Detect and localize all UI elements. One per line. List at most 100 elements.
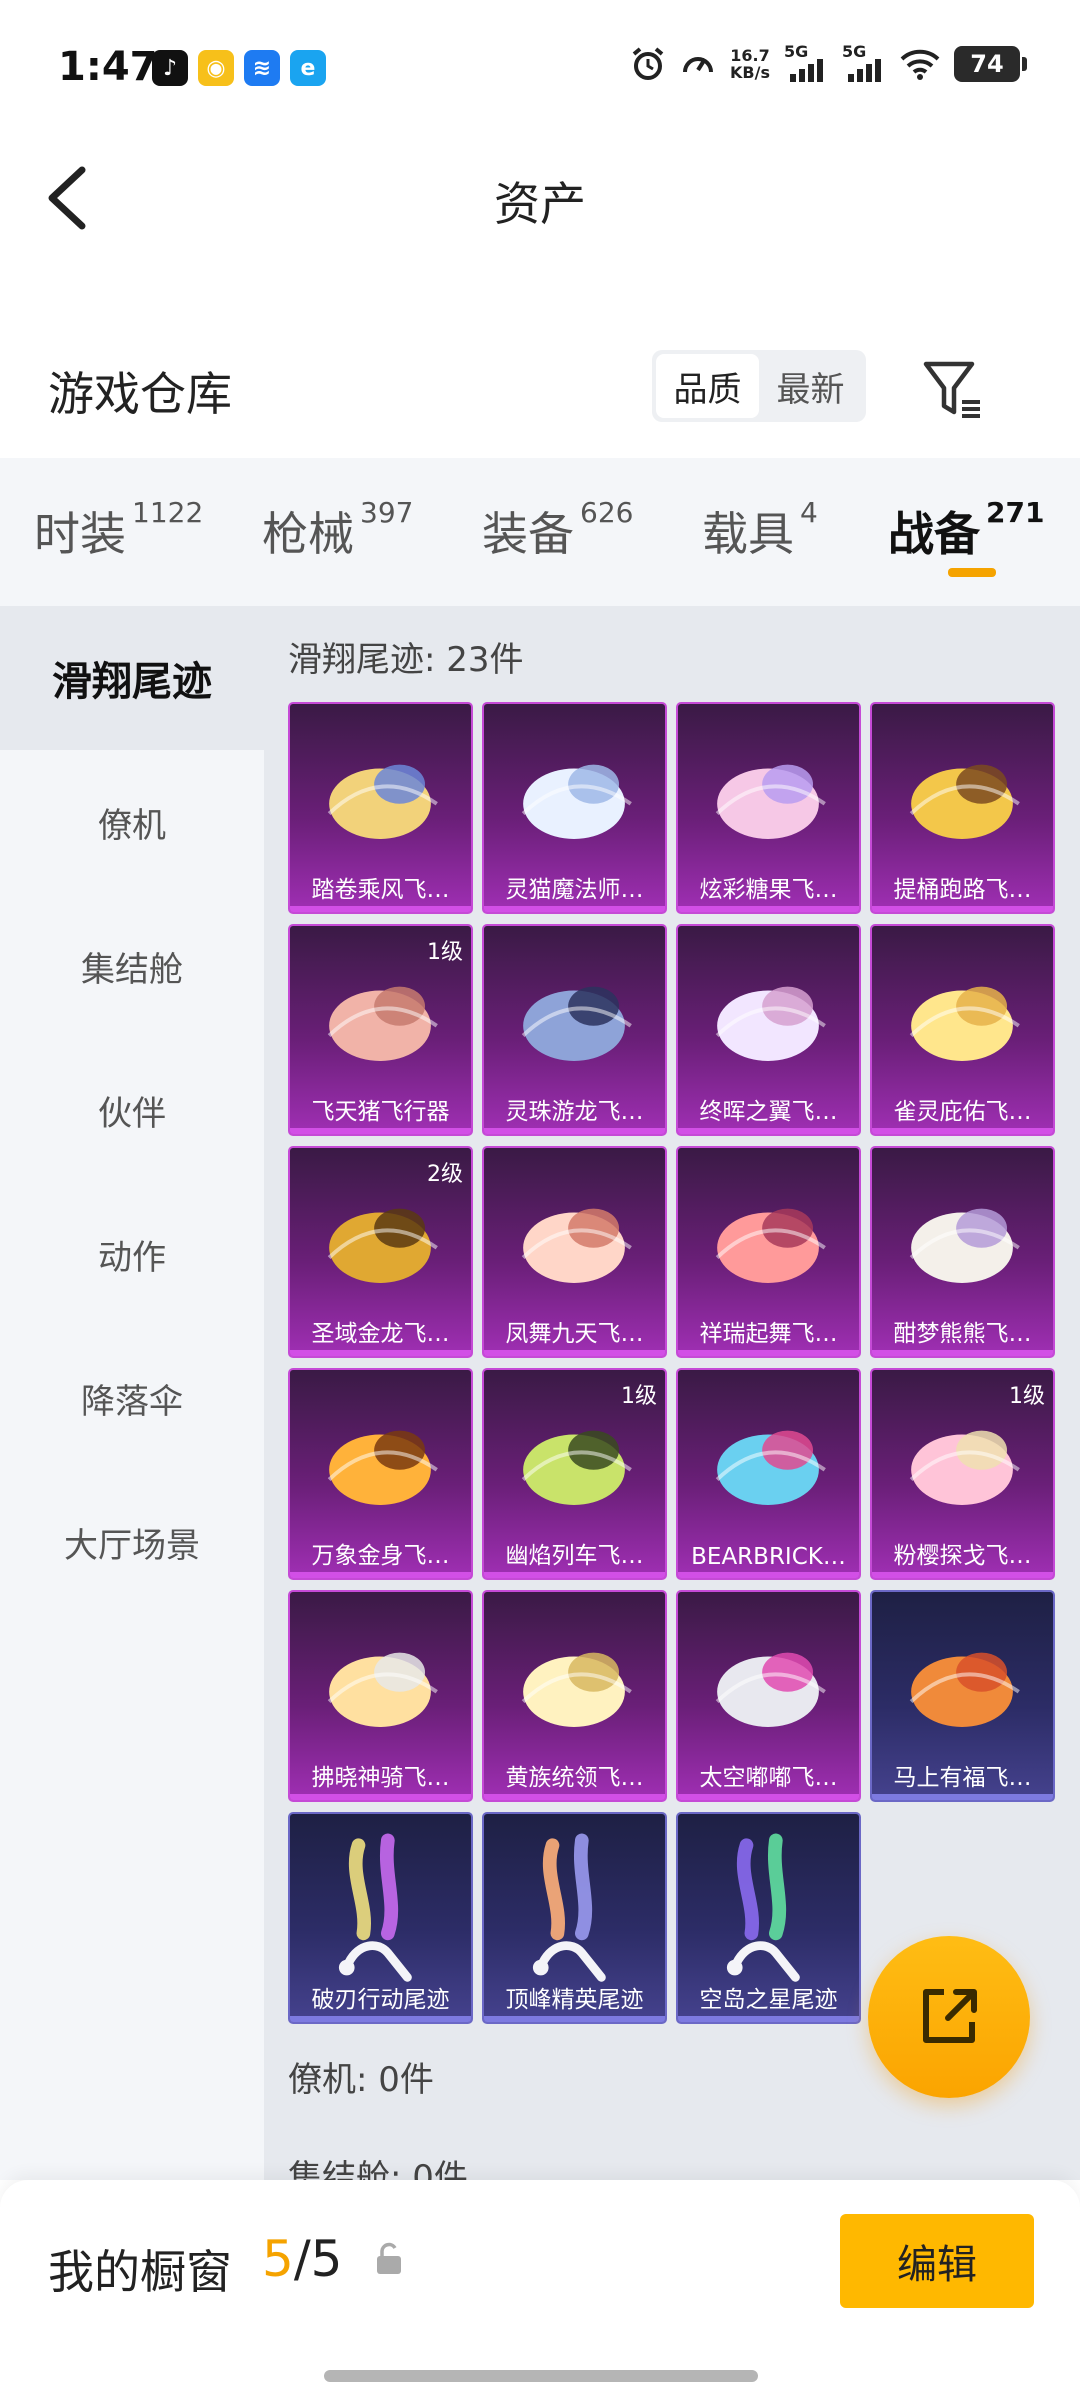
signal-sim2-icon: 5G [842,42,886,82]
item-card[interactable]: 灵猫魔法师… [482,702,667,914]
tiktok-icon: ♪ [152,50,188,86]
item-thumbnail [521,1652,632,1727]
sidebar-item-companion[interactable]: 伙伴 [0,1038,264,1182]
item-thumbnail [909,986,1020,1061]
sidebar-item-lobby-scene[interactable]: 大厅场景 [0,1470,264,1614]
battery-indicator: 74 [954,46,1027,82]
cloud-app-icon: ≋ [244,50,280,86]
item-thumbnail [909,1652,1020,1727]
category-tabs: 时装 1122 枪械 397 装备 626 载具 4 战备 271 [0,458,1080,606]
item-thumbnail [909,1208,1020,1283]
item-thumbnail [327,764,438,839]
warehouse-title: 游戏仓库 [48,367,232,421]
item-name: 炫彩糖果飞… [699,877,838,903]
item-card[interactable]: 终晖之翼飞… [676,924,861,1136]
item-card[interactable]: 1级 粉樱探戈飞… [870,1368,1055,1580]
item-card[interactable]: 1级 飞天猪飞行器 [288,924,473,1136]
item-card[interactable]: BEARBRICK… [676,1368,861,1580]
item-thumbnail [715,764,826,839]
edit-showcase-button[interactable]: 编辑 [840,2214,1034,2308]
item-name: BEARBRICK… [691,1544,846,1570]
item-card[interactable]: 1级幽焰列车飞… [482,1368,667,1580]
item-thumbnail [327,1430,438,1505]
filter-icon[interactable] [920,356,986,422]
item-name: 终晖之翼飞… [699,1099,838,1125]
item-name: 太空嘟嘟飞… [699,1765,838,1791]
item-name: 祥瑞起舞飞… [699,1321,838,1347]
item-card[interactable]: 灵珠游龙飞… [482,924,667,1136]
page-title: 资产 [494,177,586,231]
showcase-count: 5/5 [262,2230,343,2288]
home-indicator[interactable] [324,2370,758,2382]
alarm-icon [632,47,664,80]
tab-equipment[interactable]: 装备 626 [482,496,633,564]
share-button[interactable] [868,1936,1030,2098]
tab-battle-gear[interactable]: 战备 271 [888,496,1044,564]
item-card[interactable]: 黄族统领飞… [482,1590,667,1802]
item-name: 酣梦熊熊飞… [893,1321,1032,1347]
item-card[interactable]: 提桶跑路飞… [870,702,1055,914]
item-card[interactable]: 炫彩糖果飞… [676,702,861,914]
item-name: 凤舞九天飞… [505,1321,644,1347]
item-name: 圣域金龙飞… [311,1321,450,1347]
item-card[interactable]: 太空嘟嘟飞… [676,1590,861,1802]
item-thumbnail [327,1652,438,1727]
weibo-icon: ◉ [198,50,234,86]
item-name: 踏卷乘风飞… [311,877,450,903]
sidebar-item-emote[interactable]: 动作 [0,1182,264,1326]
item-card[interactable]: 破刃行动尾迹 [288,1812,473,2024]
sidebar-item-wingman[interactable]: 僚机 [0,750,264,894]
active-tab-indicator [948,568,996,577]
section-title-glide-trail: 滑翔尾迹: 23件 [288,640,524,680]
item-card[interactable]: 2级 圣域金龙飞… [288,1146,473,1358]
item-name: 马上有福飞… [893,1765,1032,1791]
sidebar-item-parachute[interactable]: 降落伞 [0,1326,264,1470]
sort-toggle: 品质 最新 [652,350,866,422]
item-card[interactable]: 酣梦熊熊飞… [870,1146,1055,1358]
item-thumbnail [715,1652,826,1727]
item-name: 雀灵庇佑飞… [893,1099,1032,1125]
browser-icon: e [290,50,326,86]
item-card[interactable]: 空岛之星尾迹 [676,1812,861,2024]
item-card[interactable]: 马上有福飞… [870,1590,1055,1802]
share-icon [923,1989,977,2043]
item-level-badge: 1级 [427,940,463,965]
item-thumbnail [521,764,632,839]
item-card[interactable]: 拂晓神骑飞… [288,1590,473,1802]
tab-fashion[interactable]: 时装 1122 [34,496,203,564]
item-level-badge: 1级 [621,1384,657,1409]
sidebar-item-glide-trail[interactable]: 滑翔尾迹 [0,606,264,750]
wifi-icon [900,49,940,80]
showcase-label: 我的橱窗 [48,2245,232,2299]
sidebar-item-assembly-pod[interactable]: 集结舱 [0,894,264,1038]
item-name: 灵珠游龙飞… [505,1099,644,1125]
item-level-badge: 1级 [1009,1384,1045,1409]
showcase-bar: 我的橱窗 5/5 编辑 [0,2180,1080,2400]
item-name: 黄族统领飞… [505,1765,644,1791]
item-thumbnail [521,986,632,1061]
tab-vehicles[interactable]: 载具 4 [702,496,818,564]
item-card[interactable]: 雀灵庇佑飞… [870,924,1055,1136]
subcategory-sidebar: 滑翔尾迹 僚机 集结舱 伙伴 动作 降落伞 大厅场景 [0,606,264,2180]
item-thumbnail [909,764,1020,839]
sort-by-quality-button[interactable]: 品质 [656,354,759,418]
item-card[interactable]: 祥瑞起舞飞… [676,1146,861,1358]
sort-by-newest-button[interactable]: 最新 [759,354,862,418]
item-name: 幽焰列车飞… [505,1543,644,1569]
item-card[interactable]: 顶峰精英尾迹 [482,1812,667,2024]
item-grid: 踏卷乘风飞… 灵猫魔法师… 炫彩糖果飞… 提桶跑路飞… 1级 飞天猪飞行器灵珠游龙飞… 终晖… [288,702,1055,2024]
item-card[interactable]: 万象金身飞… [288,1368,473,1580]
tab-firearms[interactable]: 枪械 397 [262,496,413,564]
item-thumbnail [521,1208,632,1283]
item-card[interactable]: 踏卷乘风飞… [288,702,473,914]
system-status: 16.7 KB/s 5G 5G 74 [630,42,1027,82]
status-bar: 1:47 ♪ ◉ ≋ e 16.7 KB/s 5G 5G 74 [0,0,1080,140]
section-title-wingman: 僚机: 0件 [288,2060,434,2100]
item-name: 顶峰精英尾迹 [505,1987,644,2013]
status-time: 1:47 [58,44,158,90]
item-card[interactable]: 凤舞九天飞… [482,1146,667,1358]
item-name: 拂晓神骑飞… [311,1765,450,1791]
item-thumbnail [726,1833,800,1982]
section-title-assembly-pod: 集结舱: 0件 [288,2158,468,2180]
data-saver-icon [683,57,714,73]
